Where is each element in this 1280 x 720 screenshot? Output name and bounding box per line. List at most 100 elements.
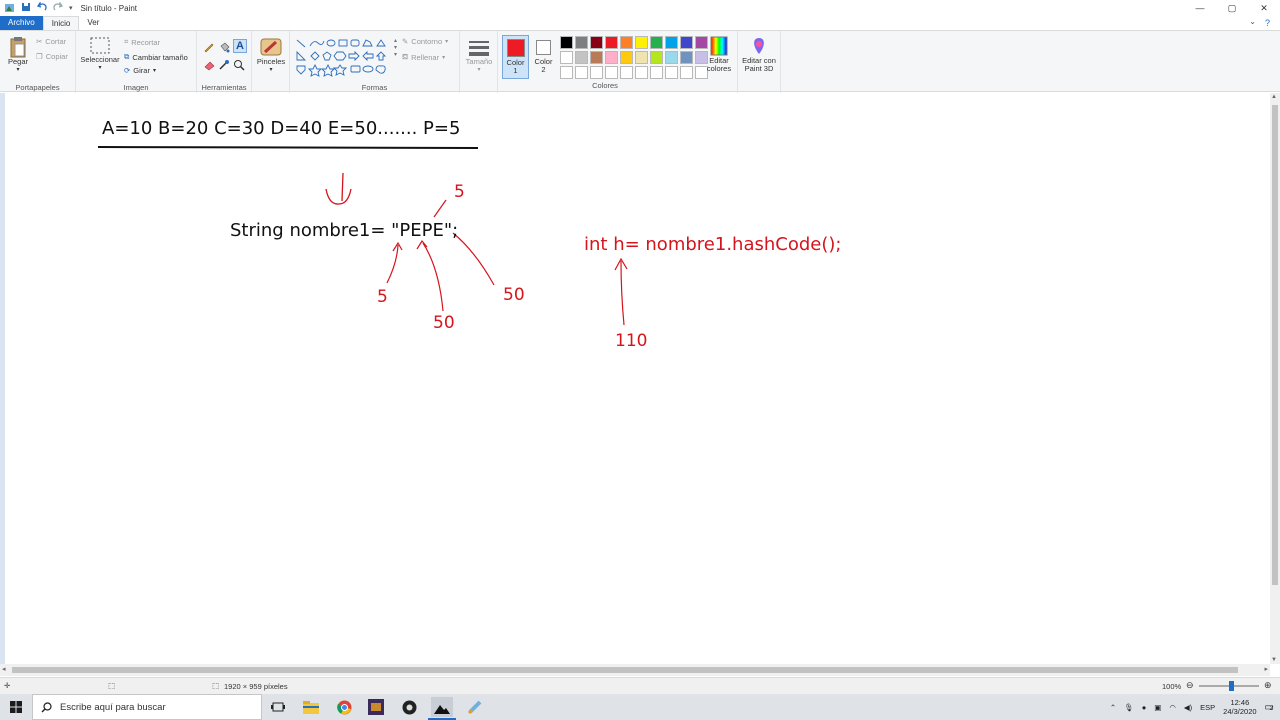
palette-swatch[interactable] — [650, 51, 663, 64]
tab-file[interactable]: Archivo — [0, 16, 43, 30]
palette-swatch[interactable] — [620, 36, 633, 49]
task-view-icon[interactable] — [268, 697, 288, 717]
palette-swatch[interactable] — [650, 66, 663, 79]
vertical-scrollbar[interactable]: ▲ ▼ — [1270, 93, 1280, 664]
shapes-gallery-icon[interactable] — [294, 37, 394, 77]
palette-swatch[interactable] — [560, 36, 573, 49]
language-indicator[interactable]: ESP — [1200, 703, 1215, 712]
copy-button[interactable]: ❐ Copiar — [36, 52, 68, 61]
palette-swatch[interactable] — [605, 36, 618, 49]
palette-swatch[interactable] — [560, 51, 573, 64]
palette-swatch[interactable] — [590, 51, 603, 64]
minimize-button[interactable]: — — [1184, 0, 1216, 16]
palette-swatch[interactable] — [590, 66, 603, 79]
crop-button[interactable]: ⌗ Recortar — [124, 37, 160, 47]
fill-bucket-icon[interactable] — [218, 41, 230, 53]
vertical-scroll-thumb[interactable] — [1272, 105, 1278, 585]
paint3d-label-2: Paint 3D — [744, 64, 774, 73]
paint3d-button[interactable]: Editar con Paint 3D — [740, 35, 778, 73]
size-label: Tamaño — [465, 57, 493, 66]
taskbar-search-box[interactable]: Escribe aquí para buscar — [32, 694, 262, 720]
five-left-arrow-stroke — [386, 244, 399, 284]
wifi-icon[interactable]: ◠ — [1169, 703, 1176, 712]
zoom-in-button[interactable]: ⊕ — [1264, 680, 1272, 691]
zoom-slider[interactable] — [1199, 681, 1259, 691]
status-bar: ✛ ⬚ ⬚ 1920 × 959 píxeles 100% ⊖ ⊕ — [0, 677, 1280, 694]
palette-swatch[interactable] — [575, 51, 588, 64]
pencil-icon[interactable] — [203, 41, 215, 53]
ide-app-icon[interactable] — [366, 697, 386, 717]
palette-swatch[interactable] — [635, 66, 648, 79]
color-picker-icon[interactable] — [218, 59, 230, 71]
palette-swatch[interactable] — [605, 66, 618, 79]
palette-swatch[interactable] — [620, 66, 633, 79]
fill-button[interactable]: ⛾ Rellenar ▾ — [402, 52, 445, 62]
ribbon: Pegar ▾ ✂ Cortar ❐ Copiar Portapapeles Sel… — [0, 30, 1280, 93]
palette-swatch[interactable] — [635, 36, 648, 49]
palette-swatch[interactable] — [635, 51, 648, 64]
tray-expand-icon[interactable]: ⌃ — [1110, 703, 1116, 712]
palette-swatch[interactable] — [575, 36, 588, 49]
shapes-scroll-icon[interactable]: ▴ ▾ ▾ — [394, 37, 397, 58]
volume-icon[interactable]: ◀) — [1184, 703, 1192, 712]
color1-swatch — [506, 39, 525, 57]
color1-button[interactable]: Color 1 — [502, 35, 529, 79]
obs-icon[interactable] — [399, 697, 419, 717]
color2-button[interactable]: Color 2 — [531, 35, 556, 79]
outline-button[interactable]: ✎ Contorno ▾ — [402, 37, 448, 46]
paste-button[interactable]: Pegar ▾ — [5, 36, 31, 74]
rotate-button[interactable]: ⟳ Girar ▾ — [124, 66, 156, 75]
clock[interactable]: 12:46 24/3/2020 — [1223, 698, 1256, 716]
notifications-icon[interactable]: ▭ 2 — [1265, 702, 1274, 713]
chrome-icon[interactable] — [334, 697, 354, 717]
maximize-button[interactable]: ▢ — [1216, 0, 1248, 16]
palette-swatch[interactable] — [665, 66, 678, 79]
select-label: Seleccionar — [80, 55, 120, 64]
magnifier-icon[interactable] — [233, 59, 245, 71]
redo-icon[interactable] — [53, 0, 64, 14]
drawing-canvas[interactable]: A=10 B=20 C=30 D=40 E=50....... P=5 Stri… — [5, 93, 1270, 664]
collapse-ribbon-icon[interactable]: ⌄ — [1249, 17, 1256, 26]
customize-chevron-icon[interactable]: ▾ — [69, 4, 73, 12]
brushes-button[interactable]: Pinceles ▾ — [256, 36, 286, 74]
microphone-icon[interactable]: 🎙 — [1124, 703, 1134, 712]
paint-taskbar-icon[interactable] — [431, 697, 453, 717]
network-tray-icon[interactable]: ▣ — [1154, 703, 1161, 712]
colors-group-label: Colores — [592, 81, 618, 90]
size-button[interactable]: Tamaño ▾ — [464, 38, 494, 74]
zoom-out-button[interactable]: ⊖ — [1186, 680, 1194, 691]
zoom-slider-thumb[interactable] — [1228, 681, 1234, 691]
tab-home[interactable]: Inicio — [42, 15, 80, 31]
palette-swatch[interactable] — [560, 66, 573, 79]
palette-swatch[interactable] — [680, 66, 693, 79]
text-tool-icon[interactable]: A — [233, 39, 247, 53]
palette-swatch[interactable] — [680, 51, 693, 64]
palette-swatch[interactable] — [665, 36, 678, 49]
undo-icon[interactable] — [36, 0, 47, 14]
palette-swatch[interactable] — [575, 66, 588, 79]
palette-swatch[interactable] — [620, 51, 633, 64]
close-button[interactable]: ✕ — [1248, 0, 1280, 16]
palette-swatch[interactable] — [605, 51, 618, 64]
windows-start-icon[interactable] — [6, 697, 26, 717]
group-image: Seleccionar ▾ ⌗ Recortar ⧉ Cambiar tamaño … — [76, 31, 197, 93]
paint-brush-app-icon[interactable] — [465, 697, 485, 717]
horizontal-scroll-thumb[interactable] — [12, 667, 1238, 673]
app-tray-icon[interactable]: ● — [1142, 703, 1147, 712]
palette-swatch[interactable] — [665, 51, 678, 64]
resize-button[interactable]: ⧉ Cambiar tamaño — [124, 52, 188, 62]
file-explorer-icon[interactable] — [301, 697, 321, 717]
eraser-icon[interactable] — [203, 59, 215, 71]
palette-swatch[interactable] — [590, 36, 603, 49]
cut-button[interactable]: ✂ Cortar — [36, 37, 66, 46]
select-button[interactable]: Seleccionar ▾ — [79, 36, 121, 72]
edit-colors-button[interactable]: Editar colores — [704, 35, 734, 73]
save-icon[interactable] — [21, 2, 31, 14]
palette-swatch[interactable] — [650, 36, 663, 49]
string-declaration-text: String nombre1= "PEPE"; — [230, 220, 459, 241]
clock-time: 12:46 — [1230, 698, 1250, 707]
horizontal-scrollbar[interactable]: ◂ ▸ — [0, 664, 1270, 676]
palette-swatch[interactable] — [680, 36, 693, 49]
help-icon[interactable]: ? — [1265, 18, 1270, 28]
tab-view[interactable]: Ver — [79, 16, 107, 30]
